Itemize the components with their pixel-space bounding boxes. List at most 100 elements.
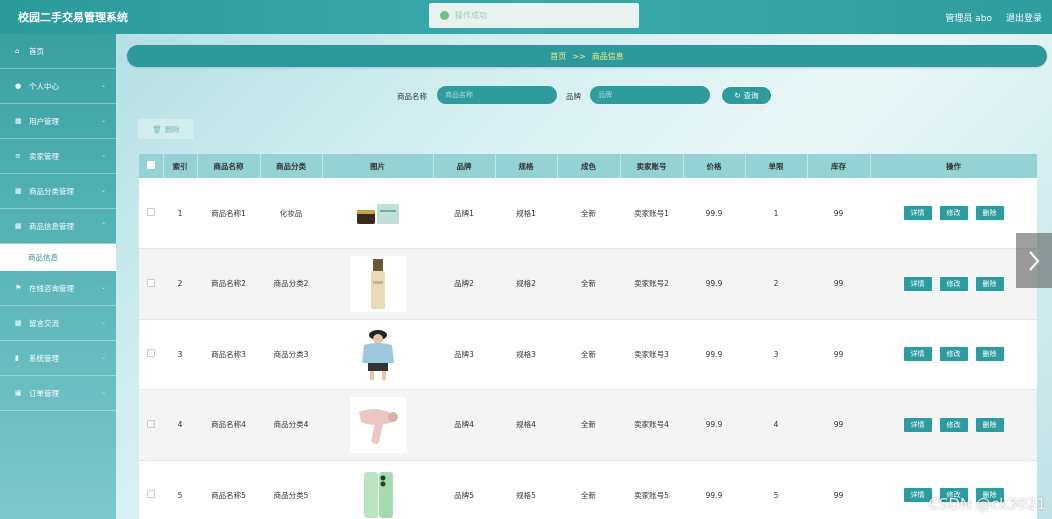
- success-toast: 操作成功: [429, 3, 639, 28]
- query-button-label: 查询: [743, 91, 759, 100]
- cell-index: 2: [163, 248, 197, 320]
- toast-message: 操作成功: [455, 11, 487, 20]
- sidebar-item-user-management[interactable]: ▦ 用户管理 ⌄: [0, 104, 116, 139]
- trash-icon: 🗑: [152, 124, 162, 134]
- cell-index: 4: [163, 389, 197, 461]
- cell-spec: 规格3: [495, 319, 557, 390]
- header-index: 索引: [163, 154, 198, 178]
- cell-index: 1: [163, 178, 197, 249]
- cell-seller: 卖家账号1: [620, 178, 683, 249]
- header-stock: 库存: [807, 154, 871, 178]
- sidebar-item-label: 在线咨询管理: [29, 283, 74, 293]
- cell-limit: 5: [745, 460, 807, 519]
- batch-delete-button[interactable]: 🗑 删除: [138, 119, 194, 139]
- delete-button[interactable]: 删除: [974, 205, 1005, 221]
- cell-name: 商品名称5: [197, 460, 260, 519]
- grid-icon: ▦: [15, 319, 22, 327]
- sidebar-item-system-management[interactable]: ▮ 系统管理 ⌄: [0, 341, 116, 376]
- name-search-label: 商品名称: [397, 92, 427, 101]
- detail-button[interactable]: 详情: [902, 416, 933, 433]
- hoodie-outfit-image: [361, 330, 394, 381]
- sidebar-item-label: 个人中心: [29, 81, 59, 91]
- header-price: 价格: [683, 154, 746, 178]
- query-button[interactable]: ↻ 查询: [721, 86, 772, 105]
- chevron-down-icon: ⌄: [100, 187, 106, 194]
- sidebar-item-product-management[interactable]: ▦ 商品信息管理 ⌃: [0, 209, 116, 244]
- cell-category: 商品分类5: [260, 460, 322, 519]
- chevron-down-icon: ⌄: [100, 82, 106, 89]
- name-search-input[interactable]: [437, 86, 557, 104]
- row-checkbox[interactable]: [147, 349, 155, 358]
- detail-button[interactable]: 详情: [902, 275, 933, 292]
- chevron-down-icon: ⌄: [100, 152, 106, 159]
- chevron-down-icon: ⌄: [100, 389, 106, 396]
- success-check-icon: [440, 11, 449, 20]
- edit-button[interactable]: 修改: [938, 346, 969, 363]
- header-select-all[interactable]: [139, 154, 164, 178]
- cell-stock: 99: [807, 248, 870, 320]
- sidebar-item-seller-management[interactable]: ≡ 卖家管理 ⌄: [0, 139, 116, 174]
- cell-seller: 卖家账号5: [620, 460, 683, 519]
- edit-button[interactable]: 修改: [938, 275, 969, 292]
- hair-dryer-image: [358, 408, 398, 444]
- row-checkbox[interactable]: [147, 208, 155, 216]
- breadcrumb-current: 商品信息: [591, 51, 624, 61]
- cell-price: 99.9: [683, 248, 745, 320]
- edit-button[interactable]: 修改: [938, 205, 969, 221]
- cell-limit: 2: [745, 248, 807, 320]
- logout-link[interactable]: 退出登录: [1006, 11, 1042, 24]
- cell-stock: 99: [807, 319, 870, 390]
- chevron-down-icon: ⌄: [100, 354, 106, 361]
- delete-button[interactable]: 删除: [974, 346, 1005, 363]
- cell-seller: 卖家账号4: [620, 389, 683, 461]
- header-limit: 单限: [745, 154, 808, 178]
- home-icon: ⌂: [15, 47, 20, 55]
- header-name: 商品名称: [197, 154, 261, 178]
- table-row: 5 商品名称5 商品分类5 品牌5 规格5 全新 卖家账号5 99.9 5 99: [139, 460, 1037, 519]
- cell-index: 3: [163, 319, 197, 390]
- detail-button[interactable]: 详情: [902, 205, 933, 221]
- sidebar-item-category-management[interactable]: ▦ 商品分类管理 ⌄: [0, 174, 116, 209]
- sidebar-item-personal-center[interactable]: ● 个人中心 ⌄: [0, 69, 116, 104]
- cell-stock: 99: [807, 460, 870, 519]
- cell-condition: 全新: [557, 178, 620, 249]
- refresh-icon: ↻: [734, 91, 741, 100]
- row-checkbox[interactable]: [147, 490, 155, 499]
- cell-category: 商品分类3: [260, 319, 322, 390]
- cell-brand: 品牌1: [433, 178, 495, 249]
- cell-spec: 规格1: [495, 178, 557, 249]
- sidebar-item-consult-management[interactable]: ⚑ 在线咨询管理 ⌄: [0, 271, 116, 306]
- chevron-down-icon: ⌄: [100, 319, 106, 326]
- sidebar-item-label: 首页: [29, 46, 44, 56]
- sidebar-item-message-board[interactable]: ▦ 留言交流 ⌄: [0, 306, 116, 341]
- sidebar-subitem-product-info[interactable]: 商品信息: [0, 244, 116, 271]
- sidebar-item-order-management[interactable]: ▣ 订单管理 ⌄: [0, 376, 116, 411]
- cell-name: 商品名称1: [197, 178, 260, 249]
- delete-button[interactable]: 删除: [974, 275, 1005, 292]
- cell-spec: 规格5: [495, 460, 557, 519]
- detail-button[interactable]: 详情: [902, 346, 933, 363]
- row-checkbox[interactable]: [147, 419, 155, 428]
- row-checkbox[interactable]: [147, 278, 155, 287]
- sidebar-item-label: 商品信息管理: [29, 221, 74, 231]
- next-page-arrow[interactable]: [1016, 233, 1052, 288]
- cell-limit: 3: [745, 319, 807, 390]
- sidebar-item-home[interactable]: ⌂ 首页: [0, 34, 116, 69]
- header-condition: 成色: [557, 154, 621, 178]
- cell-condition: 全新: [557, 248, 620, 320]
- brand-search-input[interactable]: [590, 86, 710, 104]
- cell-name: 商品名称3: [197, 319, 260, 390]
- cell-category: 商品分类4: [260, 389, 322, 461]
- edit-button[interactable]: 修改: [938, 416, 969, 433]
- product-image-serum: [349, 255, 406, 312]
- sidebar-item-label: 订单管理: [29, 388, 59, 398]
- header-seller: 卖家账号: [620, 154, 684, 178]
- delete-button[interactable]: 删除: [974, 416, 1005, 433]
- select-all-checkbox[interactable]: [146, 161, 155, 169]
- breadcrumb-home[interactable]: 首页: [550, 51, 566, 62]
- current-user: 管理员 abo: [945, 13, 992, 24]
- product-image-cosmetics: [349, 185, 406, 241]
- trash-icon: ▣: [15, 389, 22, 397]
- cell-spec: 规格2: [495, 248, 557, 320]
- flag-icon: ⚑: [15, 284, 22, 292]
